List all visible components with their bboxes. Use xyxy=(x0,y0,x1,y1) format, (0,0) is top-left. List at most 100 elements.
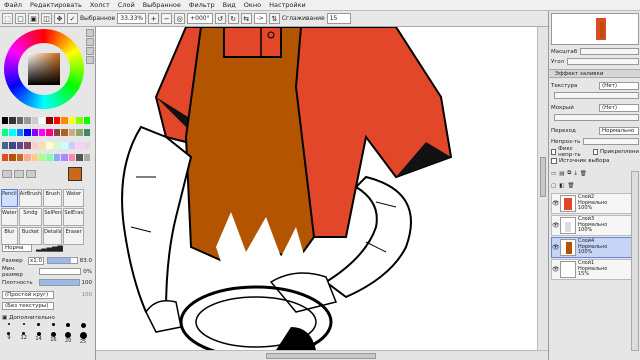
clear-layer-icon[interactable]: ▢ xyxy=(551,183,556,189)
menu-filter[interactable]: Фильтр xyxy=(185,1,219,9)
tool-water-2[interactable]: Water xyxy=(1,208,18,226)
visibility-eye-icon[interactable]: 👁 xyxy=(552,266,560,273)
swatch-palette[interactable] xyxy=(2,117,90,165)
layer-item-selected[interactable]: 👁 Слой4 Нормально 100% xyxy=(551,237,639,258)
menu-edit[interactable]: Редактировать xyxy=(26,1,86,9)
color-swatch[interactable] xyxy=(31,141,39,149)
zoom-in-icon[interactable]: + xyxy=(148,13,160,24)
tool-smudge[interactable]: Smdg xyxy=(18,208,43,226)
color-swatch[interactable] xyxy=(83,117,90,124)
color-swatch[interactable] xyxy=(53,129,61,137)
color-swatch[interactable] xyxy=(76,129,83,137)
smoothing-field[interactable]: 15 xyxy=(326,13,351,24)
copy-layer-icon[interactable]: ⧉ xyxy=(567,170,571,177)
fill-effect-header[interactable]: Эффект заливки xyxy=(549,69,640,78)
color-swatch[interactable] xyxy=(2,129,9,137)
brush-preset[interactable]: 25 xyxy=(76,332,90,345)
show-selection-checkbox[interactable]: ✓ xyxy=(67,13,78,24)
trash-icon[interactable]: 🗑 xyxy=(567,183,574,189)
color-swatch[interactable] xyxy=(39,153,46,161)
size-multiplier[interactable]: x1.0 xyxy=(28,256,45,265)
color-swatch[interactable] xyxy=(76,117,83,124)
zoom-field[interactable]: 33.33% xyxy=(117,13,147,24)
visibility-eye-icon[interactable]: 👁 xyxy=(552,222,560,229)
brush-preset[interactable] xyxy=(76,323,90,328)
color-swatch[interactable] xyxy=(46,129,53,137)
menu-view[interactable]: Вид xyxy=(219,1,240,9)
texture-select[interactable]: (Нет) xyxy=(599,81,639,90)
palette-button[interactable] xyxy=(2,170,12,178)
extra-toggle-icon[interactable]: ▣ xyxy=(2,315,7,321)
menu-file[interactable]: Файл xyxy=(0,1,26,9)
merge-layer-icon[interactable]: ⤓ xyxy=(574,170,576,177)
color-swatch[interactable] xyxy=(68,141,76,149)
new-layer-icon[interactable]: ▭ xyxy=(551,171,556,177)
color-swatch[interactable] xyxy=(31,117,39,124)
wet-strength-slider[interactable] xyxy=(554,114,639,121)
brush-preset[interactable]: 14 xyxy=(32,332,46,345)
color-swatch[interactable] xyxy=(2,117,9,124)
select-tool-icon[interactable]: ⬚ xyxy=(2,13,13,24)
color-swatch[interactable] xyxy=(24,129,31,137)
clip-checkbox[interactable] xyxy=(592,148,598,155)
color-swatch[interactable] xyxy=(24,141,31,149)
color-swatch[interactable] xyxy=(39,117,46,124)
tool-seleras[interactable]: SelEras xyxy=(63,208,84,226)
color-mode-button[interactable] xyxy=(86,29,94,37)
layer-item[interactable]: 👁 Слой1 Нормально 15% xyxy=(551,259,639,280)
flip-icon[interactable]: ⇆ xyxy=(240,13,252,24)
brush-shape-icons[interactable]: ▂▃▄▅▆ xyxy=(36,244,63,252)
brush-preset[interactable] xyxy=(61,323,75,328)
color-swatch[interactable] xyxy=(16,153,24,161)
layer-item[interactable]: 👁 Слой2 Нормально 100% xyxy=(551,193,639,214)
rotation-field[interactable]: +000° xyxy=(187,13,213,24)
color-swatch[interactable] xyxy=(9,141,16,149)
color-wheel[interactable] xyxy=(4,29,84,109)
tool-pencil[interactable]: Pencil xyxy=(1,189,18,207)
brush-preset[interactable]: 12 xyxy=(17,332,31,345)
crop-icon[interactable]: ◫ xyxy=(41,13,52,24)
visibility-eye-icon[interactable]: 👁 xyxy=(552,244,560,251)
menu-canvas[interactable]: Холст xyxy=(86,1,114,9)
navigator-preview[interactable] xyxy=(551,13,639,45)
layer-item[interactable]: 👁 Слой3 Нормально 100% xyxy=(551,215,639,236)
color-swatch[interactable] xyxy=(2,153,9,161)
blend-select[interactable]: Нормально xyxy=(599,126,639,135)
saturation-value-square[interactable] xyxy=(28,53,60,85)
color-swatch[interactable] xyxy=(24,153,31,161)
color-swatch[interactable] xyxy=(39,129,46,137)
color-mode-button[interactable] xyxy=(86,38,94,46)
color-swatch[interactable] xyxy=(9,117,16,124)
color-swatch[interactable] xyxy=(76,153,83,161)
color-swatch[interactable] xyxy=(61,141,68,149)
color-swatch[interactable] xyxy=(9,153,16,161)
brush-preset[interactable]: 16 xyxy=(46,332,60,345)
brush-shape-select[interactable]: (Простой круг) xyxy=(2,290,54,299)
menu-settings[interactable]: Настройки xyxy=(265,1,310,9)
mask-layer-icon[interactable]: ◧ xyxy=(559,183,564,189)
rotate-left-icon[interactable]: ↺ xyxy=(214,13,226,24)
scale-slider[interactable] xyxy=(580,48,639,55)
new-folder-icon[interactable]: ▤ xyxy=(559,171,564,177)
menu-layer[interactable]: Слой xyxy=(114,1,139,9)
min-size-slider[interactable] xyxy=(39,268,82,275)
brush-preset[interactable] xyxy=(17,323,31,328)
color-swatch[interactable] xyxy=(68,129,76,137)
brush-preset[interactable]: 9 xyxy=(2,332,16,345)
color-swatch[interactable] xyxy=(83,129,90,137)
palette-button[interactable] xyxy=(14,170,24,178)
menu-window[interactable]: Окно xyxy=(240,1,265,9)
foreground-color[interactable] xyxy=(68,167,82,181)
color-swatch[interactable] xyxy=(16,117,24,124)
wet-select[interactable]: (Нет) xyxy=(599,103,639,112)
color-mode-button[interactable] xyxy=(86,56,94,64)
color-swatch[interactable] xyxy=(46,117,53,124)
tool-water[interactable]: Water xyxy=(63,189,84,207)
angle-slider[interactable] xyxy=(567,58,639,65)
color-swatch[interactable] xyxy=(31,129,39,137)
color-swatch[interactable] xyxy=(46,153,53,161)
color-swatch[interactable] xyxy=(53,153,61,161)
color-swatch[interactable] xyxy=(61,129,68,137)
color-swatch[interactable] xyxy=(53,141,61,149)
texture-select[interactable]: (Без текстуры) xyxy=(2,301,54,310)
